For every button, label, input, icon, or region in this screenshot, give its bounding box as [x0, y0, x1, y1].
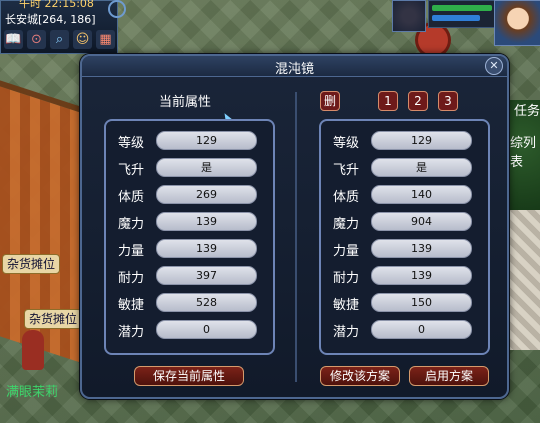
attr-value: 150: [371, 293, 472, 312]
attr-value: 0: [371, 320, 472, 339]
magnifier-icon[interactable]: ⌕: [50, 30, 69, 49]
attr-label: 魔力: [333, 217, 360, 232]
attr-value: 269: [156, 185, 257, 204]
attr-row-constitution: 体质 140: [321, 183, 488, 207]
attr-label: 飞升: [333, 163, 360, 178]
attr-value: 904: [371, 212, 472, 231]
attr-row-agility: 敏捷 528: [106, 291, 273, 315]
attr-value: 是: [156, 158, 257, 177]
close-icon[interactable]: ✕: [485, 57, 503, 75]
attr-label: 力量: [118, 244, 145, 259]
attr-row-strength: 力量 139: [106, 237, 273, 261]
delete-scheme-button[interactable]: 删: [320, 91, 340, 111]
scheme-3-button[interactable]: 3: [438, 91, 458, 111]
scheme-attributes-panel: 等级 129 飞升是 体质 140 魔力 904 力量 139 耐力 139 敏捷 150 …: [319, 119, 490, 355]
pet-avatar[interactable]: [392, 0, 426, 32]
attr-label: 耐力: [118, 271, 145, 286]
attr-row-endurance: 耐力 397: [106, 264, 273, 288]
save-current-button[interactable]: 保存当前属性: [134, 366, 244, 386]
attr-label: 潜力: [118, 325, 145, 340]
task-label[interactable]: 任务: [514, 100, 540, 119]
task-list-label[interactable]: 综列表: [510, 132, 540, 170]
attr-value: 129: [156, 131, 257, 150]
vendor-tag[interactable]: 杂货摊位: [2, 254, 61, 274]
attr-row-endurance: 耐力 139: [321, 264, 488, 288]
current-attributes-panel: 等级 129 飞升是 体质 269 魔力 139 力量 139 耐力 397 敏捷 528 …: [104, 119, 275, 355]
character-avatar[interactable]: [494, 0, 540, 46]
swirl-icon: [108, 0, 126, 18]
dialog-title: 混沌镜: [274, 62, 314, 77]
attr-value: 129: [371, 131, 472, 150]
attr-row-ascend: 飞升是: [321, 156, 488, 180]
attr-row-potential: 潜力 0: [106, 318, 273, 342]
attr-label: 敏捷: [333, 298, 360, 313]
divider: [295, 92, 297, 382]
attr-value: 140: [371, 185, 472, 204]
attr-value: 139: [371, 266, 472, 285]
current-attributes-label: 当前属性: [159, 95, 212, 110]
attr-label: 耐力: [333, 271, 360, 286]
scheme-selector: 删 1 2 3: [320, 91, 465, 111]
location-coords: 长安城[264, 186]: [5, 13, 96, 26]
attr-value: 397: [156, 266, 257, 285]
status-bars: [428, 0, 496, 28]
hp-bar: [432, 5, 492, 11]
mp-bar: [432, 15, 480, 21]
enable-scheme-button[interactable]: 启用方案: [409, 366, 489, 386]
attr-value: 0: [156, 320, 257, 339]
attr-label: 等级: [333, 136, 360, 151]
attr-row-ascend: 飞升是: [106, 156, 273, 180]
attr-label: 潜力: [333, 325, 360, 340]
attr-label: 体质: [118, 190, 145, 205]
attr-row-magic: 魔力 139: [106, 210, 273, 234]
compass-icon[interactable]: ⊙: [27, 30, 46, 49]
chaos-mirror-dialog: 混沌镜 ✕ 当前属性 删 1 2 3 等级 129 飞升是 体质 269 魔力 139…: [80, 54, 509, 399]
location-hud: 午时 22:15:08 长安城[264, 186] 📖 ⊙ ⌕ ☺ ▦: [0, 0, 118, 54]
attr-row-constitution: 体质 269: [106, 183, 273, 207]
attr-value: 是: [371, 158, 472, 177]
attr-label: 飞升: [118, 163, 145, 178]
attr-label: 体质: [333, 190, 360, 205]
attr-value: 139: [156, 239, 257, 258]
attr-value: 139: [371, 239, 472, 258]
attr-row-magic: 魔力 904: [321, 210, 488, 234]
person-icon[interactable]: ☺: [73, 30, 92, 49]
player-name: 满眼茉莉: [6, 385, 59, 400]
hud-toolbar: 📖 ⊙ ⌕ ☺ ▦: [4, 30, 115, 49]
attr-label: 敏捷: [118, 298, 145, 313]
attr-value: 139: [156, 212, 257, 231]
attr-row-level: 等级 129: [106, 129, 273, 153]
player-character[interactable]: [22, 330, 44, 370]
book-icon[interactable]: 📖: [4, 30, 23, 49]
attr-label: 力量: [333, 244, 360, 259]
attr-label: 魔力: [118, 217, 145, 232]
calendar-icon[interactable]: ▦: [96, 30, 115, 49]
dialog-titlebar[interactable]: 混沌镜 ✕: [82, 56, 507, 77]
scheme-1-button[interactable]: 1: [378, 91, 398, 111]
scheme-2-button[interactable]: 2: [408, 91, 428, 111]
modify-scheme-button[interactable]: 修改该方案: [320, 366, 400, 386]
attr-row-potential: 潜力 0: [321, 318, 488, 342]
game-time: 午时 22:15:08: [19, 0, 94, 10]
attr-row-level: 等级 129: [321, 129, 488, 153]
attr-row-strength: 力量 139: [321, 237, 488, 261]
attr-label: 等级: [118, 136, 145, 151]
vendor-tag[interactable]: 杂货摊位: [24, 309, 83, 329]
attr-value: 528: [156, 293, 257, 312]
attr-row-agility: 敏捷 150: [321, 291, 488, 315]
